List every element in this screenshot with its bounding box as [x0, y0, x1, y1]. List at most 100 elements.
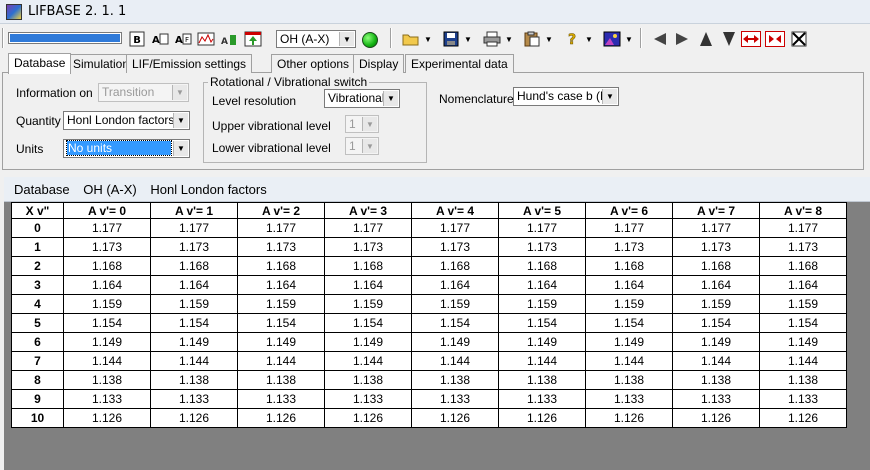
- table-cell[interactable]: 1.173: [150, 237, 238, 257]
- tab-lif-emission-settings[interactable]: LIF/Emission settings: [126, 54, 253, 73]
- chevron-down-icon[interactable]: ▼: [173, 141, 188, 156]
- table-cell[interactable]: 1.149: [585, 332, 673, 352]
- table-cell[interactable]: 1.177: [237, 218, 325, 238]
- table-cell[interactable]: 1.154: [150, 313, 238, 333]
- table-row[interactable]: 0 1.177 1.177 1.177 1.177 1.177 1.177 1.177 1.17…: [11, 218, 847, 238]
- table-cell[interactable]: 1.138: [672, 370, 760, 390]
- table-cell[interactable]: 1.149: [411, 332, 499, 352]
- table-cell[interactable]: 1.149: [759, 332, 847, 352]
- arrow-left-icon[interactable]: [650, 29, 670, 49]
- table-cell[interactable]: 1.164: [237, 275, 325, 295]
- table-cell[interactable]: 1.138: [585, 370, 673, 390]
- help-dropdown-icon[interactable]: ▼: [584, 29, 594, 49]
- table-cell[interactable]: 1.168: [759, 256, 847, 276]
- table-cell[interactable]: 1.138: [498, 370, 586, 390]
- table-row[interactable]: 6 1.149 1.149 1.149 1.149 1.149 1.149 1.149 1.14…: [11, 332, 847, 352]
- quantity-combo[interactable]: Honl London factors ▼: [63, 111, 190, 130]
- table-cell[interactable]: 1.164: [63, 275, 151, 295]
- table-cell[interactable]: 1.164: [411, 275, 499, 295]
- triangle-down-icon[interactable]: [719, 29, 739, 49]
- table-cell[interactable]: 1.177: [672, 218, 760, 238]
- table-row[interactable]: 4 1.159 1.159 1.159 1.159 1.159 1.159 1.159 1.15…: [11, 294, 847, 314]
- table-cell[interactable]: 1.154: [672, 313, 760, 333]
- chevron-down-icon[interactable]: ▼: [383, 91, 398, 106]
- row-header-cell[interactable]: 7: [11, 351, 64, 371]
- table-cell[interactable]: 1.173: [672, 237, 760, 257]
- table-cell[interactable]: 1.149: [150, 332, 238, 352]
- table-cell[interactable]: 1.133: [498, 389, 586, 409]
- chevron-down-icon[interactable]: ▼: [602, 89, 617, 104]
- table-cell[interactable]: 1.173: [324, 237, 412, 257]
- row-header-cell[interactable]: 2: [11, 256, 64, 276]
- row-header-cell[interactable]: 5: [11, 313, 64, 333]
- table-cell[interactable]: 1.177: [498, 218, 586, 238]
- table-cell[interactable]: 1.159: [759, 294, 847, 314]
- table-cell[interactable]: 1.168: [411, 256, 499, 276]
- table-cell[interactable]: 1.126: [63, 408, 151, 428]
- row-header-cell[interactable]: 6: [11, 332, 64, 352]
- table-cell[interactable]: 1.149: [63, 332, 151, 352]
- chevron-down-icon[interactable]: ▼: [339, 32, 354, 46]
- row-header-cell[interactable]: 10: [11, 408, 64, 428]
- table-cell[interactable]: 1.164: [150, 275, 238, 295]
- table-cell[interactable]: 1.126: [324, 408, 412, 428]
- chevron-down-icon[interactable]: ▼: [173, 113, 188, 128]
- table-cell[interactable]: 1.177: [150, 218, 238, 238]
- table-cell[interactable]: 1.149: [672, 332, 760, 352]
- triangle-up-icon[interactable]: [696, 29, 716, 49]
- column-header[interactable]: A v'= 4: [411, 202, 499, 219]
- table-cell[interactable]: 1.173: [585, 237, 673, 257]
- close-box-icon[interactable]: [789, 29, 809, 49]
- table-cell[interactable]: 1.164: [759, 275, 847, 295]
- tab-database[interactable]: Database: [8, 53, 72, 74]
- table-cell[interactable]: 1.126: [237, 408, 325, 428]
- table-cell[interactable]: 1.154: [237, 313, 325, 333]
- image-icon[interactable]: [602, 29, 622, 49]
- table-cell[interactable]: 1.168: [672, 256, 760, 276]
- image-ab-icon[interactable]: A: [219, 29, 239, 49]
- table-cell[interactable]: 1.159: [324, 294, 412, 314]
- molecule-combo[interactable]: OH (A-X) ▼: [276, 30, 356, 48]
- units-combo[interactable]: No units ▼: [63, 139, 190, 158]
- image-a-icon[interactable]: A: [150, 29, 170, 49]
- table-cell[interactable]: 1.126: [411, 408, 499, 428]
- table-cell[interactable]: 1.173: [498, 237, 586, 257]
- table-cell[interactable]: 1.159: [237, 294, 325, 314]
- table-cell[interactable]: 1.164: [324, 275, 412, 295]
- table-cell[interactable]: 1.168: [498, 256, 586, 276]
- table-cell[interactable]: 1.177: [585, 218, 673, 238]
- column-header[interactable]: A v'= 3: [324, 202, 412, 219]
- tab-experimental-data[interactable]: Experimental data: [405, 54, 514, 73]
- table-row[interactable]: 10 1.126 1.126 1.126 1.126 1.126 1.126 1.126 1.1…: [11, 408, 847, 428]
- table-cell[interactable]: 1.154: [759, 313, 847, 333]
- row-header-cell[interactable]: 9: [11, 389, 64, 409]
- open-folder-icon[interactable]: [401, 29, 421, 49]
- tab-display[interactable]: Display: [353, 54, 405, 73]
- table-cell[interactable]: 1.159: [411, 294, 499, 314]
- tab-other-options[interactable]: Other options: [271, 54, 356, 73]
- clipboard-icon[interactable]: [522, 29, 542, 49]
- table-cell[interactable]: 1.133: [63, 389, 151, 409]
- row-header-cell[interactable]: 0: [11, 218, 64, 238]
- table-cell[interactable]: 1.144: [498, 351, 586, 371]
- table-cell[interactable]: 1.133: [237, 389, 325, 409]
- expand-arrows-icon[interactable]: [741, 29, 761, 49]
- table-cell[interactable]: 1.144: [324, 351, 412, 371]
- table-cell[interactable]: 1.164: [498, 275, 586, 295]
- table-cell[interactable]: 1.126: [585, 408, 673, 428]
- table-cell[interactable]: 1.138: [150, 370, 238, 390]
- table-cell[interactable]: 1.126: [498, 408, 586, 428]
- column-header[interactable]: A v'= 6: [585, 202, 673, 219]
- table-cell[interactable]: 1.138: [759, 370, 847, 390]
- table-cell[interactable]: 1.138: [324, 370, 412, 390]
- table-cell[interactable]: 1.159: [63, 294, 151, 314]
- row-header-cell[interactable]: 8: [11, 370, 64, 390]
- save-disk-icon[interactable]: [441, 29, 461, 49]
- table-cell[interactable]: 1.133: [672, 389, 760, 409]
- table-cell[interactable]: 1.164: [585, 275, 673, 295]
- table-row[interactable]: 8 1.138 1.138 1.138 1.138 1.138 1.138 1.138 1.13…: [11, 370, 847, 390]
- table-cell[interactable]: 1.144: [237, 351, 325, 371]
- table-cell[interactable]: 1.144: [63, 351, 151, 371]
- table-cell[interactable]: 1.138: [63, 370, 151, 390]
- table-cell[interactable]: 1.164: [672, 275, 760, 295]
